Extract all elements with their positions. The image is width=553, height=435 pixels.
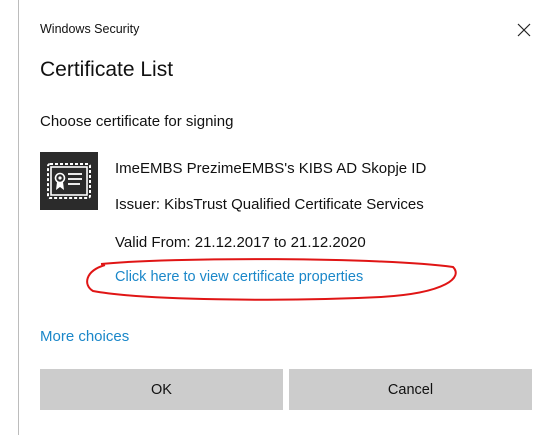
close-icon [517, 23, 531, 37]
certificate-validity: Valid From: 21.12.2017 to 21.12.2020 [115, 234, 366, 251]
window-title: Windows Security [40, 22, 140, 36]
dialog-prompt: Choose certificate for signing [40, 113, 234, 130]
more-choices-link[interactable]: More choices [40, 328, 129, 345]
close-button[interactable] [511, 17, 537, 43]
view-certificate-properties-link[interactable]: Click here to view certificate propertie… [115, 269, 363, 285]
background-window-edge [0, 0, 18, 435]
dialog-heading: Certificate List [40, 58, 174, 81]
certificate-icon[interactable] [40, 152, 98, 210]
certificate-subject: ImeEMBS PrezimeEMBS's KIBS AD Skopje ID [115, 160, 427, 177]
certificate-issuer: Issuer: KibsTrust Qualified Certificate … [115, 196, 424, 213]
screen: Windows Security Certificate List Choose… [0, 0, 553, 435]
ok-button[interactable]: OK [40, 369, 283, 410]
cancel-button[interactable]: Cancel [289, 369, 532, 410]
certificate-graphic [47, 163, 91, 199]
windows-security-dialog: Windows Security Certificate List Choose… [18, 0, 553, 435]
